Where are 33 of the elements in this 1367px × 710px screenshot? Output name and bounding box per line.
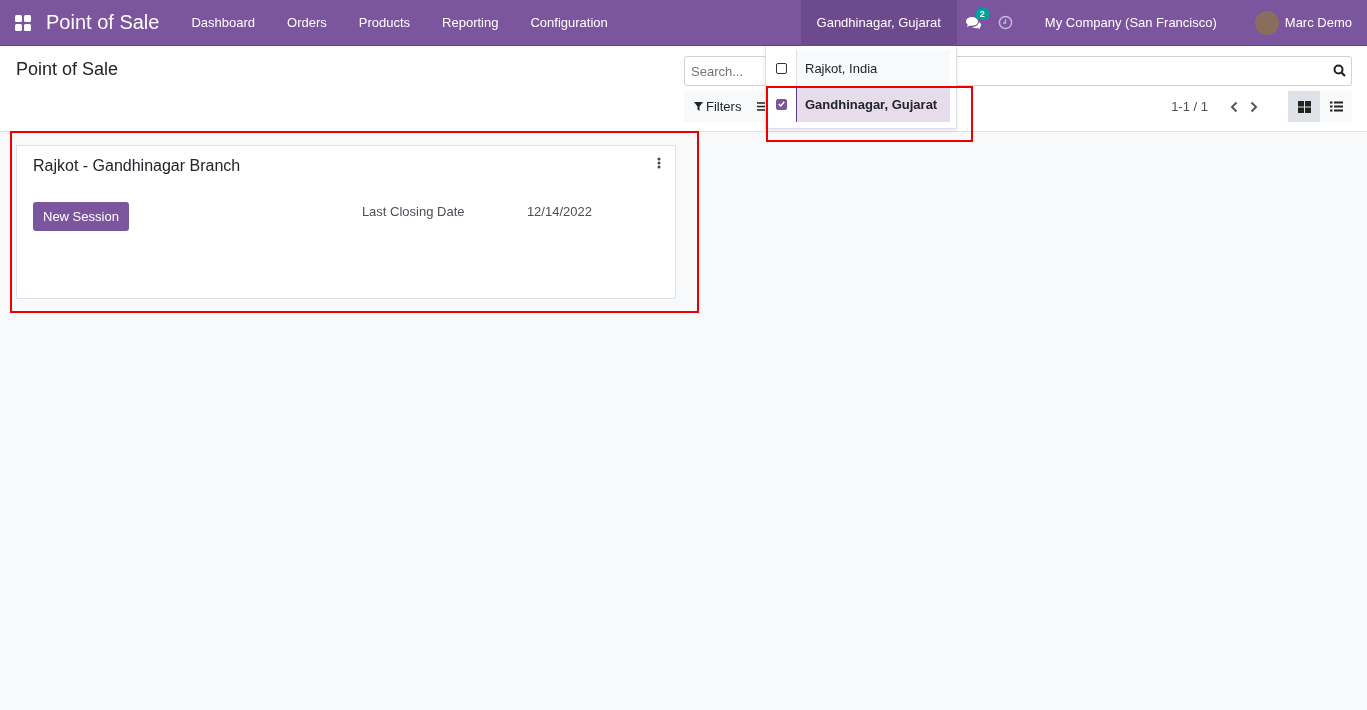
menu-item[interactable]: Dashboard bbox=[175, 15, 272, 30]
grid-icon bbox=[1297, 100, 1311, 113]
card-title: Rajkot - Gandhinagar Branch bbox=[33, 157, 242, 175]
menu-item[interactable]: Reporting bbox=[426, 15, 515, 30]
list-icon bbox=[1329, 101, 1343, 112]
app-title: Point of Sale bbox=[46, 11, 160, 34]
branch-name: Gandhinagar, Gujarat bbox=[796, 86, 950, 122]
branch-name: Rajkot, India bbox=[796, 50, 950, 86]
message-count-badge: 2 bbox=[974, 7, 990, 20]
list-view-button[interactable] bbox=[1320, 91, 1352, 122]
checkbox[interactable] bbox=[775, 98, 787, 110]
user-name[interactable]: Marc Demo bbox=[1284, 15, 1352, 30]
filters-button[interactable]: Filters bbox=[684, 91, 752, 122]
pager-value: 1-1 / 1 bbox=[1171, 99, 1208, 114]
more-options-icon[interactable] bbox=[657, 157, 661, 169]
search-icon[interactable] bbox=[1333, 64, 1346, 77]
field-label: Last Closing Date bbox=[361, 204, 466, 219]
chat-icon[interactable] bbox=[964, 15, 982, 30]
menu-item[interactable]: Orders bbox=[271, 15, 343, 30]
menu-item[interactable]: Configuration bbox=[514, 15, 624, 30]
funnel-icon bbox=[694, 102, 703, 111]
menu-item[interactable]: Products bbox=[342, 15, 427, 30]
clock-icon[interactable] bbox=[997, 15, 1013, 30]
company-switcher[interactable]: My Company (San Francisco) bbox=[1028, 15, 1233, 30]
checkbox[interactable] bbox=[775, 62, 787, 74]
apps-menu-icon[interactable] bbox=[15, 14, 32, 31]
kanban-view-button[interactable] bbox=[1288, 91, 1320, 122]
field-value: 12/14/2022 bbox=[526, 204, 592, 219]
page-title: Point of Sale bbox=[16, 59, 119, 81]
lines-icon bbox=[757, 102, 768, 111]
new-session-button[interactable]: New Session bbox=[33, 202, 129, 231]
dropdown-item[interactable]: Gandhinagar, Gujarat bbox=[766, 86, 950, 122]
branch-switcher[interactable]: Gandhinagar, Gujarat bbox=[800, 0, 957, 46]
